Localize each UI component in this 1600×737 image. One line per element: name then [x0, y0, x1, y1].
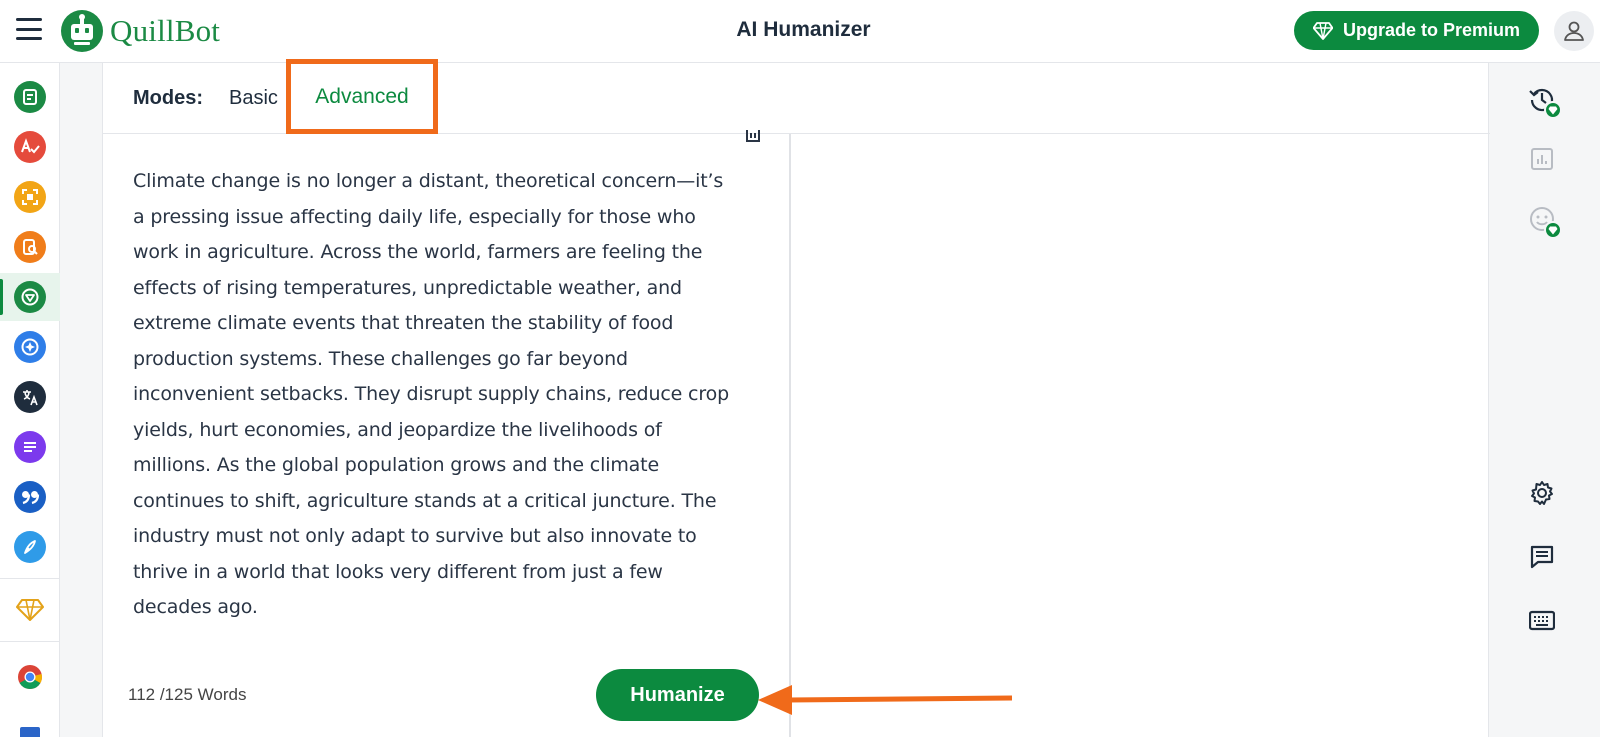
feedback-button[interactable]: [1520, 535, 1564, 579]
word-count: 112 /125 Words: [128, 685, 247, 704]
upgrade-label: Upgrade to Premium: [1342, 20, 1521, 40]
premium-badge-icon: [1544, 101, 1562, 119]
humanize-label: Humanize: [630, 683, 725, 706]
settings-button[interactable]: [1520, 471, 1564, 515]
settings-icon: [1531, 481, 1553, 505]
sidebar-divider: [0, 578, 60, 579]
sidebar-item-ai-chat[interactable]: [0, 323, 60, 371]
statistics-button[interactable]: [1520, 137, 1564, 181]
sidebar-divider: [0, 641, 60, 642]
mode-basic-tab[interactable]: Basic: [229, 87, 278, 110]
sidebar-item-paraphraser[interactable]: [0, 73, 60, 121]
right-sidebar: [1490, 63, 1600, 737]
sidebar-item-citation-generator[interactable]: [0, 473, 60, 521]
delete-text-icon[interactable]: [743, 130, 763, 144]
sidebar-item-ai-humanizer[interactable]: [0, 273, 60, 321]
input-text-area[interactable]: Climate change is no longer a distant, t…: [133, 164, 733, 626]
sidebar-item-ai-detector[interactable]: [0, 173, 60, 221]
user-icon: [1564, 21, 1584, 41]
mode-advanced-label: Advanced: [315, 84, 409, 108]
sidebar-item-grammar-checker[interactable]: [0, 123, 60, 171]
sidebar-item-chrome-extension[interactable]: [0, 653, 60, 701]
user-account-button[interactable]: [1554, 11, 1594, 51]
column-divider: [789, 134, 791, 737]
tone-button[interactable]: [1520, 197, 1564, 241]
annotation-arrow-icon: [758, 685, 1013, 715]
sidebar-item-summarizer[interactable]: [0, 423, 60, 471]
premium-badge-icon: [1544, 221, 1562, 239]
keyboard-shortcuts-button[interactable]: [1520, 599, 1564, 643]
sidebar-item-premium[interactable]: [0, 586, 60, 634]
summarizer-icon: [14, 431, 46, 463]
plagiarism-icon: [14, 231, 46, 263]
diamond-icon: [16, 599, 44, 621]
diamond-icon: [1312, 21, 1333, 40]
history-button[interactable]: [1520, 77, 1564, 121]
left-sidebar: [0, 63, 60, 737]
sidebar-item-quillbot-flow[interactable]: [0, 523, 60, 571]
grammar-check-icon: [14, 131, 46, 163]
ai-detector-icon: [14, 181, 46, 213]
modes-bar: Modes: Basic Advanced: [103, 59, 1490, 134]
humanizer-icon: [14, 281, 46, 313]
modes-label: Modes:: [133, 87, 203, 109]
humanize-button[interactable]: Humanize: [596, 669, 759, 721]
chat-ai-icon: [14, 331, 46, 363]
chrome-icon: [18, 665, 42, 689]
feedback-icon: [1530, 545, 1554, 569]
keyboard-icon: [1529, 610, 1555, 631]
upgrade-premium-button[interactable]: Upgrade to Premium: [1294, 11, 1539, 50]
paraphraser-icon: [14, 81, 46, 113]
mode-advanced-tab[interactable]: Advanced: [286, 59, 438, 134]
humanizer-panel: Modes: Basic Advanced Climate change is …: [102, 59, 1490, 737]
sidebar-item-word-addin[interactable]: [0, 703, 60, 737]
statistics-icon: [1531, 148, 1553, 170]
translate-icon: [14, 381, 46, 413]
top-bar: QuillBot AI Humanizer Upgrade to Premium: [0, 0, 1600, 63]
pen-icon: [14, 531, 46, 563]
sidebar-item-translator[interactable]: [0, 373, 60, 421]
word-icon: [20, 727, 40, 737]
quote-icon: [14, 481, 46, 513]
sidebar-item-plagiarism-checker[interactable]: [0, 223, 60, 271]
